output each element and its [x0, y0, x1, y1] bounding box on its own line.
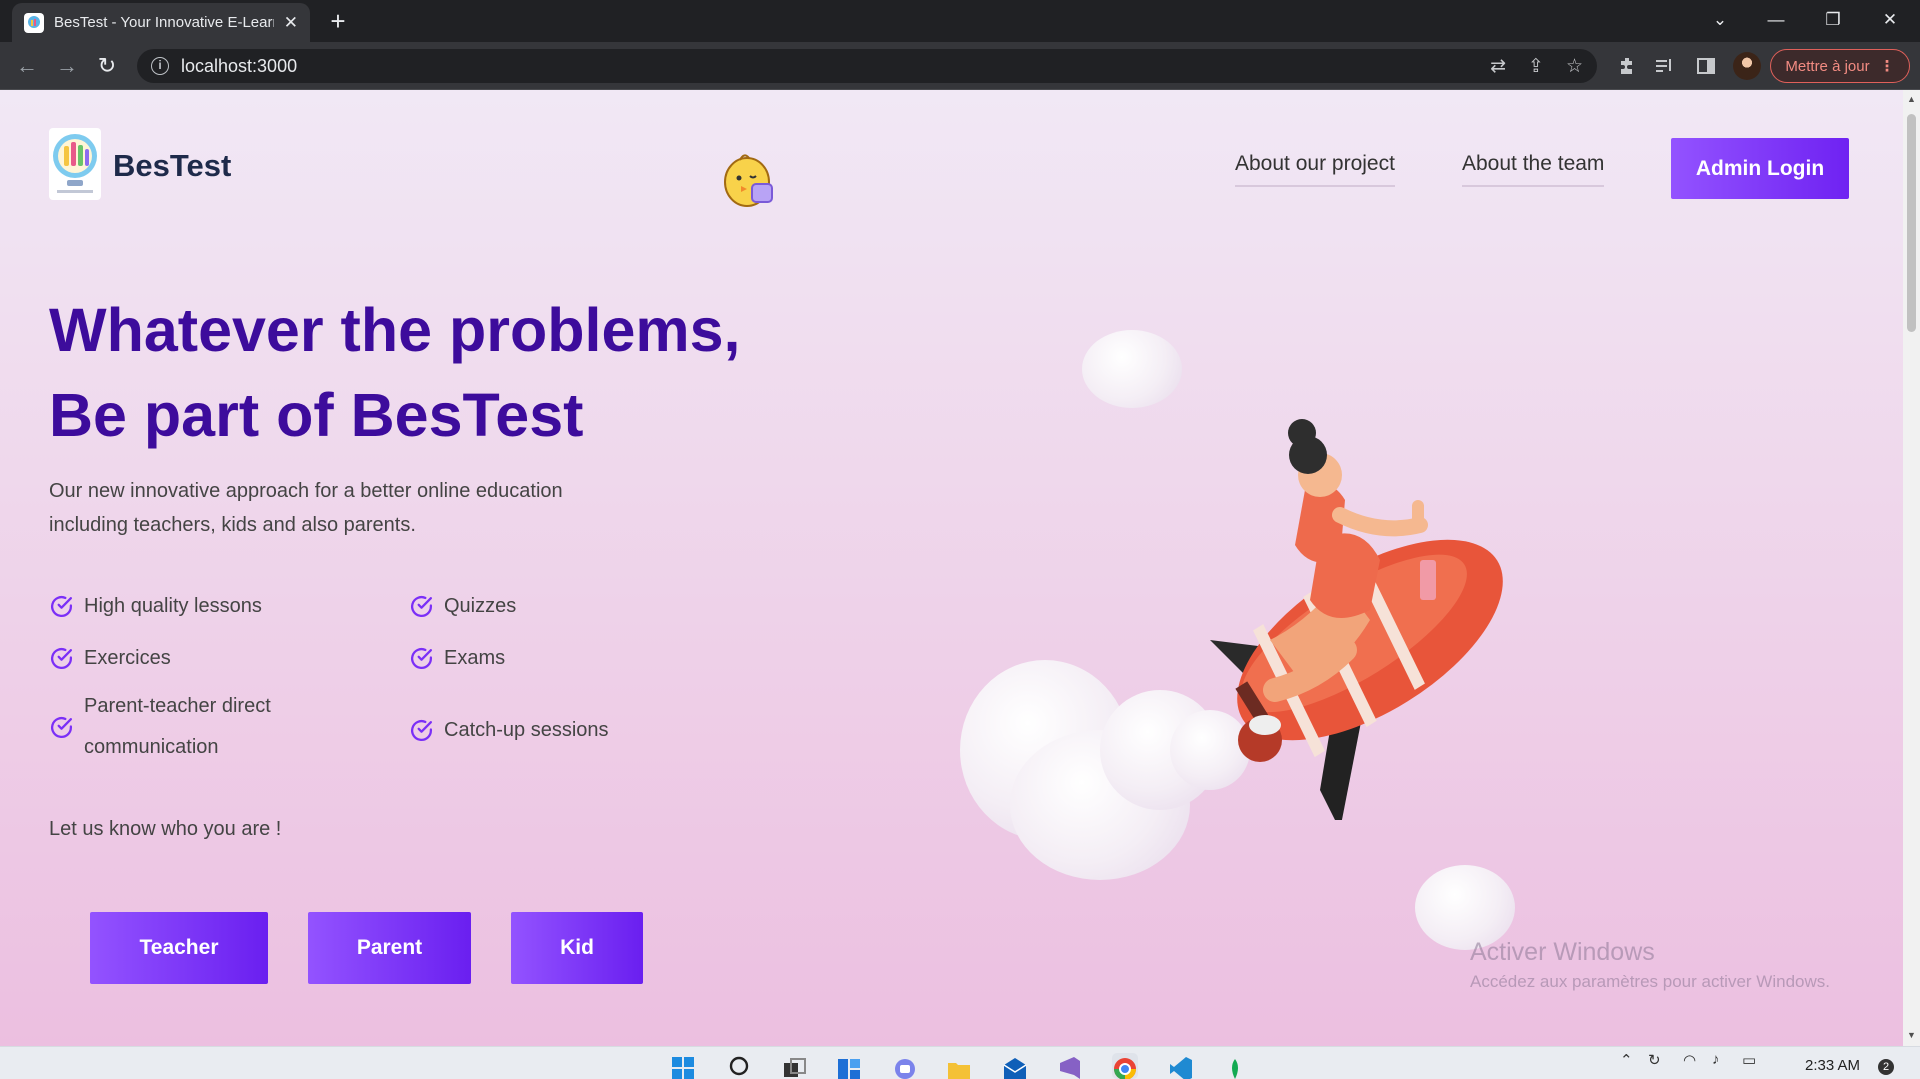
reading-list-icon[interactable]: [1654, 49, 1674, 83]
hero-title-line1: Whatever the problems,: [49, 296, 741, 364]
feature-label: High quality lessons: [84, 595, 262, 617]
bestest-logo[interactable]: [49, 128, 101, 200]
file-explorer-icon[interactable]: [946, 1053, 972, 1079]
tab-search-icon[interactable]: ⌄: [1700, 6, 1740, 34]
mascot-chick-icon: [722, 150, 778, 210]
windows-start-icon[interactable]: [670, 1053, 696, 1079]
back-arrow-icon[interactable]: ←: [12, 51, 42, 81]
task-view-icon[interactable]: [782, 1053, 808, 1079]
hero-title-line2: Be part of BesTest: [49, 381, 584, 449]
check-circle-icon: [411, 720, 433, 742]
mongodb-icon[interactable]: [1222, 1053, 1248, 1079]
feature-label: Exams: [444, 647, 506, 669]
hero-subtitle: Our new innovative approach for a better…: [49, 480, 563, 536]
admin-login-button[interactable]: Admin Login: [1671, 138, 1849, 199]
chrome-menu-icon[interactable]: ⋮: [1880, 57, 1895, 75]
visual-studio-icon[interactable]: [1056, 1053, 1082, 1079]
parent-button[interactable]: Parent: [308, 912, 471, 984]
who-are-you-prompt: Let us know who you are !: [49, 818, 282, 840]
check-circle-icon: [411, 596, 433, 618]
teams-chat-icon[interactable]: [892, 1053, 918, 1079]
bestest-favicon-icon: [24, 12, 44, 33]
teacher-button[interactable]: Teacher: [90, 912, 268, 984]
extensions-icon[interactable]: [1617, 49, 1637, 83]
feature-label: Catch-up sessions: [444, 719, 609, 741]
feature-item: High quality lessons: [49, 586, 262, 627]
feature-item: Catch-up sessions: [409, 710, 609, 751]
small-cloud: [1082, 330, 1182, 408]
browser-tabbar: BesTest - Your Innovative E-Learn ✕ + ⌄ …: [0, 0, 1920, 42]
share-icon[interactable]: ⇪: [1528, 55, 1544, 78]
feature-item: Exams: [409, 638, 505, 679]
profile-avatar[interactable]: [1733, 52, 1761, 80]
forward-arrow-icon[interactable]: →: [52, 51, 82, 81]
windows-taskbar: ⌃ ↻ ◠ ♪ ▭ 2:33 AM 2: [0, 1046, 1920, 1079]
windows-watermark-subtitle: Accédez aux paramètres pour activer Wind…: [1470, 972, 1830, 991]
page-viewport: BesTest About our project About the team…: [0, 90, 1903, 1046]
feature-item: Exercices: [49, 638, 171, 679]
brand-name: BesTest: [113, 148, 232, 183]
browser-tab[interactable]: BesTest - Your Innovative E-Learn ✕: [12, 3, 310, 42]
kid-button[interactable]: Kid: [511, 912, 643, 984]
feature-item: Quizzes: [409, 586, 516, 627]
check-circle-icon: [51, 596, 73, 618]
widgets-icon[interactable]: [836, 1053, 862, 1079]
nav-about-team-link[interactable]: About the team: [1462, 152, 1605, 187]
volume-icon[interactable]: ♪: [1712, 1051, 1720, 1068]
feature-label: Parent-teacher direct communication: [84, 695, 271, 758]
new-tab-button[interactable]: +: [323, 6, 353, 36]
nav-about-project-link[interactable]: About our project: [1235, 152, 1395, 187]
bookmark-star-icon[interactable]: ☆: [1566, 55, 1583, 78]
check-circle-icon: [411, 648, 433, 670]
check-circle-icon: [51, 648, 73, 670]
notification-icon[interactable]: 2: [1878, 1059, 1894, 1075]
show-hidden-icons-icon[interactable]: ⌃: [1620, 1051, 1633, 1069]
feature-item: Parent-teacher direct communication: [49, 686, 349, 768]
taskbar-clock[interactable]: 2:33 AM: [1805, 1057, 1860, 1074]
vscode-icon[interactable]: [1168, 1053, 1194, 1079]
address-bar[interactable]: i localhost:3000 ⇄ ⇪ ☆: [137, 49, 1597, 83]
sync-icon[interactable]: ↻: [1648, 1051, 1661, 1069]
hero-title: Whatever the problems, Be part of BesTes…: [49, 288, 741, 458]
close-window-icon[interactable]: ✕: [1870, 6, 1910, 34]
girl-on-rocket-icon: [1210, 419, 1503, 820]
scroll-up-icon[interactable]: ▲: [1903, 94, 1920, 104]
update-label: Mettre à jour: [1785, 57, 1870, 75]
tab-title: BesTest - Your Innovative E-Learn: [54, 14, 274, 31]
chrome-icon[interactable]: [1112, 1053, 1138, 1079]
page-scrollbar[interactable]: ▲ ▼: [1903, 90, 1920, 1046]
check-circle-icon: [51, 716, 73, 738]
feature-label: Exercices: [84, 647, 171, 669]
side-panel-icon[interactable]: [1696, 49, 1716, 83]
scroll-down-icon[interactable]: ▼: [1903, 1030, 1920, 1040]
search-icon[interactable]: [728, 1053, 754, 1079]
restore-icon[interactable]: ❐: [1813, 6, 1853, 34]
wifi-icon[interactable]: ◠: [1683, 1051, 1696, 1069]
translate-icon[interactable]: ⇄: [1490, 55, 1506, 78]
windows-watermark-title: Activer Windows: [1470, 938, 1655, 966]
minimize-icon[interactable]: —: [1756, 6, 1796, 34]
browser-toolbar: ← → ↻ i localhost:3000 ⇄ ⇪ ☆ Mettre à jo…: [0, 42, 1920, 90]
address-url[interactable]: localhost:3000: [181, 56, 297, 77]
site-info-icon[interactable]: i: [151, 57, 169, 75]
tab-close-icon[interactable]: ✕: [284, 13, 298, 33]
update-button[interactable]: Mettre à jour ⋮: [1770, 49, 1910, 83]
reload-icon[interactable]: ↻: [92, 51, 122, 81]
scroll-thumb[interactable]: [1907, 114, 1916, 332]
feature-label: Quizzes: [444, 595, 517, 617]
battery-icon[interactable]: ▭: [1742, 1051, 1756, 1069]
mail-icon[interactable]: [1002, 1053, 1028, 1079]
